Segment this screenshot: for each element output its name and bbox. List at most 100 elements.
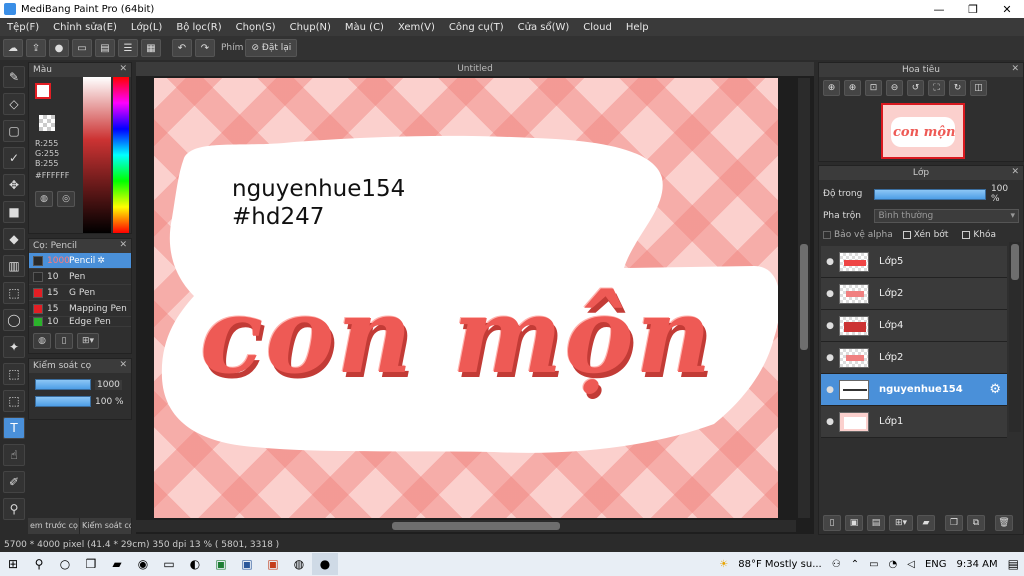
horizontal-scrollbar[interactable] <box>136 520 796 532</box>
weather-text[interactable]: 88°F Mostly su... <box>738 559 822 570</box>
vertical-scroll-thumb[interactable] <box>800 244 808 350</box>
close-icon[interactable]: ✕ <box>1011 167 1019 177</box>
blend-mode-select[interactable]: Bình thường ▾ <box>874 209 1019 223</box>
protect-alpha-checkbox[interactable] <box>823 231 831 239</box>
layer-scrollbar[interactable] <box>1009 242 1021 432</box>
visibility-icon[interactable]: ● <box>821 257 839 267</box>
layer-row[interactable]: ● Lớp4 <box>821 310 1007 342</box>
search-icon[interactable]: ⚲ <box>26 553 52 575</box>
tab-brush-control[interactable]: Kiểm soát cọ <box>80 518 131 534</box>
rotate-left-icon[interactable]: ↺ <box>907 80 924 96</box>
layer-row[interactable]: ● Lớp1 <box>821 406 1007 438</box>
redo-icon[interactable]: ↷ <box>195 39 215 57</box>
visibility-icon[interactable]: ● <box>821 417 839 427</box>
fullscreen-icon[interactable]: ⛶ <box>928 80 945 96</box>
transparent-swatch[interactable] <box>39 115 55 131</box>
notification-icon[interactable]: ▤ <box>1008 557 1019 571</box>
share-icon[interactable]: ⇪ <box>26 39 46 57</box>
chevron-up-icon[interactable]: ⌃ <box>851 559 859 570</box>
brush-item[interactable]: 10 Pen <box>29 269 131 285</box>
comment-icon[interactable]: ▭ <box>72 39 92 57</box>
clock[interactable]: 9:34 AM <box>957 559 998 570</box>
vertical-scrollbar[interactable] <box>798 78 810 518</box>
hue-slider[interactable] <box>113 77 129 233</box>
saturation-value-picker[interactable] <box>83 77 111 233</box>
maximize-button[interactable]: ❐ <box>956 3 990 16</box>
fill-rect-icon[interactable]: ■ <box>3 201 25 223</box>
text-icon[interactable]: T <box>3 417 25 439</box>
menu-file[interactable]: Tệp(F) <box>0 22 46 33</box>
menu-tools[interactable]: Công cụ(T) <box>442 22 511 33</box>
eyedropper-icon[interactable]: ⚲ <box>3 498 25 520</box>
horizontal-scroll-thumb[interactable] <box>392 522 560 530</box>
menu-capture[interactable]: Chụp(N) <box>283 22 338 33</box>
bucket-icon[interactable]: ◆ <box>3 228 25 250</box>
task-view-icon[interactable]: ❒ <box>78 553 104 575</box>
palette-icon[interactable]: ◍ <box>35 191 53 207</box>
close-icon[interactable]: ✕ <box>1011 64 1019 74</box>
menu-edit[interactable]: Chỉnh sửa(E) <box>46 22 124 33</box>
layer-row[interactable]: ● Lớp2 <box>821 342 1007 374</box>
gradient-icon[interactable]: ▥ <box>3 255 25 277</box>
brush-item[interactable]: 15 Mapping Pen <box>29 301 131 317</box>
zoom-plus-icon[interactable]: ⊕ <box>844 80 861 96</box>
layer-opacity-slider[interactable] <box>874 188 986 200</box>
opacity-slider[interactable] <box>35 396 91 407</box>
menu-cloud[interactable]: Cloud <box>576 22 619 33</box>
network-icon[interactable]: ◔ <box>889 559 898 570</box>
volume-icon[interactable]: ◁ <box>907 559 915 570</box>
cortana-icon[interactable]: ○ <box>52 553 78 575</box>
new-halftone-layer-icon[interactable]: ▣ <box>845 515 863 531</box>
gear-icon[interactable]: ✲ <box>97 256 105 266</box>
duplicate-layer-icon[interactable]: ❐ <box>945 515 963 531</box>
layer-row[interactable]: ● Lớp2 <box>821 278 1007 310</box>
visibility-icon[interactable]: ● <box>821 385 839 395</box>
edge-icon[interactable]: ◐ <box>182 553 208 575</box>
menu-help[interactable]: Help <box>619 22 656 33</box>
new-layer-icon[interactable]: ▯ <box>823 515 841 531</box>
select-pen-icon[interactable]: ⬚ <box>3 363 25 385</box>
excel-icon[interactable]: ▣ <box>208 553 234 575</box>
rectangle-icon[interactable]: ▢ <box>3 120 25 142</box>
word-icon[interactable]: ▣ <box>234 553 260 575</box>
folder-icon[interactable]: ▰ <box>917 515 935 531</box>
speech-bubble-icon[interactable]: ● <box>49 39 69 57</box>
flip-icon[interactable]: ◫ <box>970 80 987 96</box>
foreground-color-swatch[interactable] <box>35 83 51 99</box>
magic-wand-icon[interactable]: ✦ <box>3 336 25 358</box>
close-icon[interactable]: ✕ <box>119 240 127 250</box>
menu-color[interactable]: Màu (C) <box>338 22 391 33</box>
fit-icon[interactable]: ⊡ <box>865 80 882 96</box>
lock-checkbox[interactable] <box>962 231 971 239</box>
new-brush-icon[interactable]: ▯ <box>55 333 73 349</box>
layer-row[interactable]: ● nguyenhue154 ⚙ <box>821 374 1007 406</box>
windows-start-icon[interactable]: ⊞ <box>0 553 26 575</box>
visibility-icon[interactable]: ● <box>821 353 839 363</box>
rotate-right-icon[interactable]: ↻ <box>949 80 966 96</box>
navigator-thumbnail[interactable]: con mộn <box>881 103 965 159</box>
merge-down-icon[interactable]: ⧉ <box>967 515 985 531</box>
dot-pen-icon[interactable]: ✓ <box>3 147 25 169</box>
gear-icon[interactable]: ⚙ <box>989 382 1001 397</box>
add-brush-icon[interactable]: ⊞▾ <box>77 333 99 349</box>
menu-window[interactable]: Cửa sổ(W) <box>511 22 577 33</box>
visibility-icon[interactable]: ● <box>821 321 839 331</box>
brush-item[interactable]: 10 Edge Pen <box>29 317 131 327</box>
move-icon[interactable]: ✥ <box>3 174 25 196</box>
clipping-checkbox[interactable] <box>902 231 911 239</box>
visibility-icon[interactable]: ● <box>821 289 839 299</box>
menu-view[interactable]: Xem(V) <box>391 22 442 33</box>
menu-select[interactable]: Chọn(S) <box>229 22 283 33</box>
close-icon[interactable]: ✕ <box>119 360 127 370</box>
select-eraser-icon[interactable]: ⬚ <box>3 390 25 412</box>
blur-icon[interactable]: ✐ <box>3 471 25 493</box>
monitor-icon[interactable]: ▭ <box>156 553 182 575</box>
browser-icon[interactable]: ◍ <box>286 553 312 575</box>
zoom-in-icon[interactable]: ⊕ <box>823 80 840 96</box>
add-layer-menu-icon[interactable]: ⊞▾ <box>889 515 913 531</box>
page-icon[interactable]: ▤ <box>95 39 115 57</box>
layer-row[interactable]: ● Lớp5 <box>821 246 1007 278</box>
battery-icon[interactable]: ▭ <box>869 559 878 570</box>
powerpoint-icon[interactable]: ▣ <box>260 553 286 575</box>
document-tab[interactable]: Untitled <box>136 62 814 76</box>
